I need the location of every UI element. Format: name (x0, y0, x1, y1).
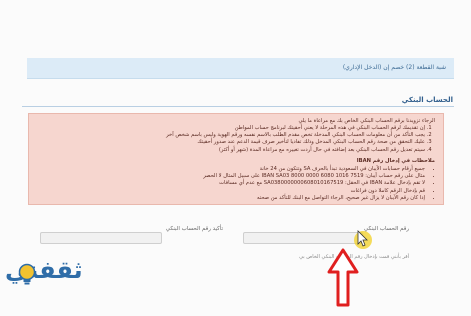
red-arrow-icon (327, 248, 359, 307)
instruction-item: عليك التحقق من صحة رقم الحساب البنكي الم… (166, 139, 425, 146)
note-item: قم بإدخال الرقم كاملا دون فراغات (203, 188, 425, 195)
screenshot-frame: شبة القطعة (2) خصم إن (الدخل الإداري) ال… (0, 0, 471, 316)
iban-input[interactable] (243, 232, 363, 244)
notes-title: ملاحظات في إدخال رقم IBAN (356, 158, 435, 164)
instructions-notice: الرجاء تزويدنا برقم الحساب البنكي الخاص … (28, 113, 444, 205)
confirm-iban-label: تأكيد رقم الحساب البنكي (165, 226, 223, 232)
top-bar-text: شبة القطعة (2) خصم إن (الدخل الإداري) (342, 64, 446, 71)
note-item: لا تقم بإدخال علامة IBAN في الحقل: SA038… (203, 180, 425, 187)
lightbulb-logo-icon (18, 263, 36, 285)
note-item: إذا كان رقم الآيبان لا يزال غير صحيح، ال… (203, 195, 425, 202)
site-logo-text: ثقفني (5, 256, 83, 284)
instructions-list: إن تقديمك لرقم الحساب البنكي في هذه المر… (166, 125, 435, 154)
cursor-highlight-icon (354, 230, 372, 249)
section-title: الحساب البنكي (401, 96, 453, 104)
section-divider (22, 106, 454, 107)
instruction-item: سيتم تعديل رقم الحساب البنكي بعد إضافته … (166, 147, 425, 154)
top-bar: شبة القطعة (2) خصم إن (الدخل الإداري) (27, 58, 454, 79)
confirm-iban-input[interactable] (40, 232, 162, 244)
notes-list: جميع أرقام حسابات الآيبان في السعودية تب… (203, 166, 435, 202)
